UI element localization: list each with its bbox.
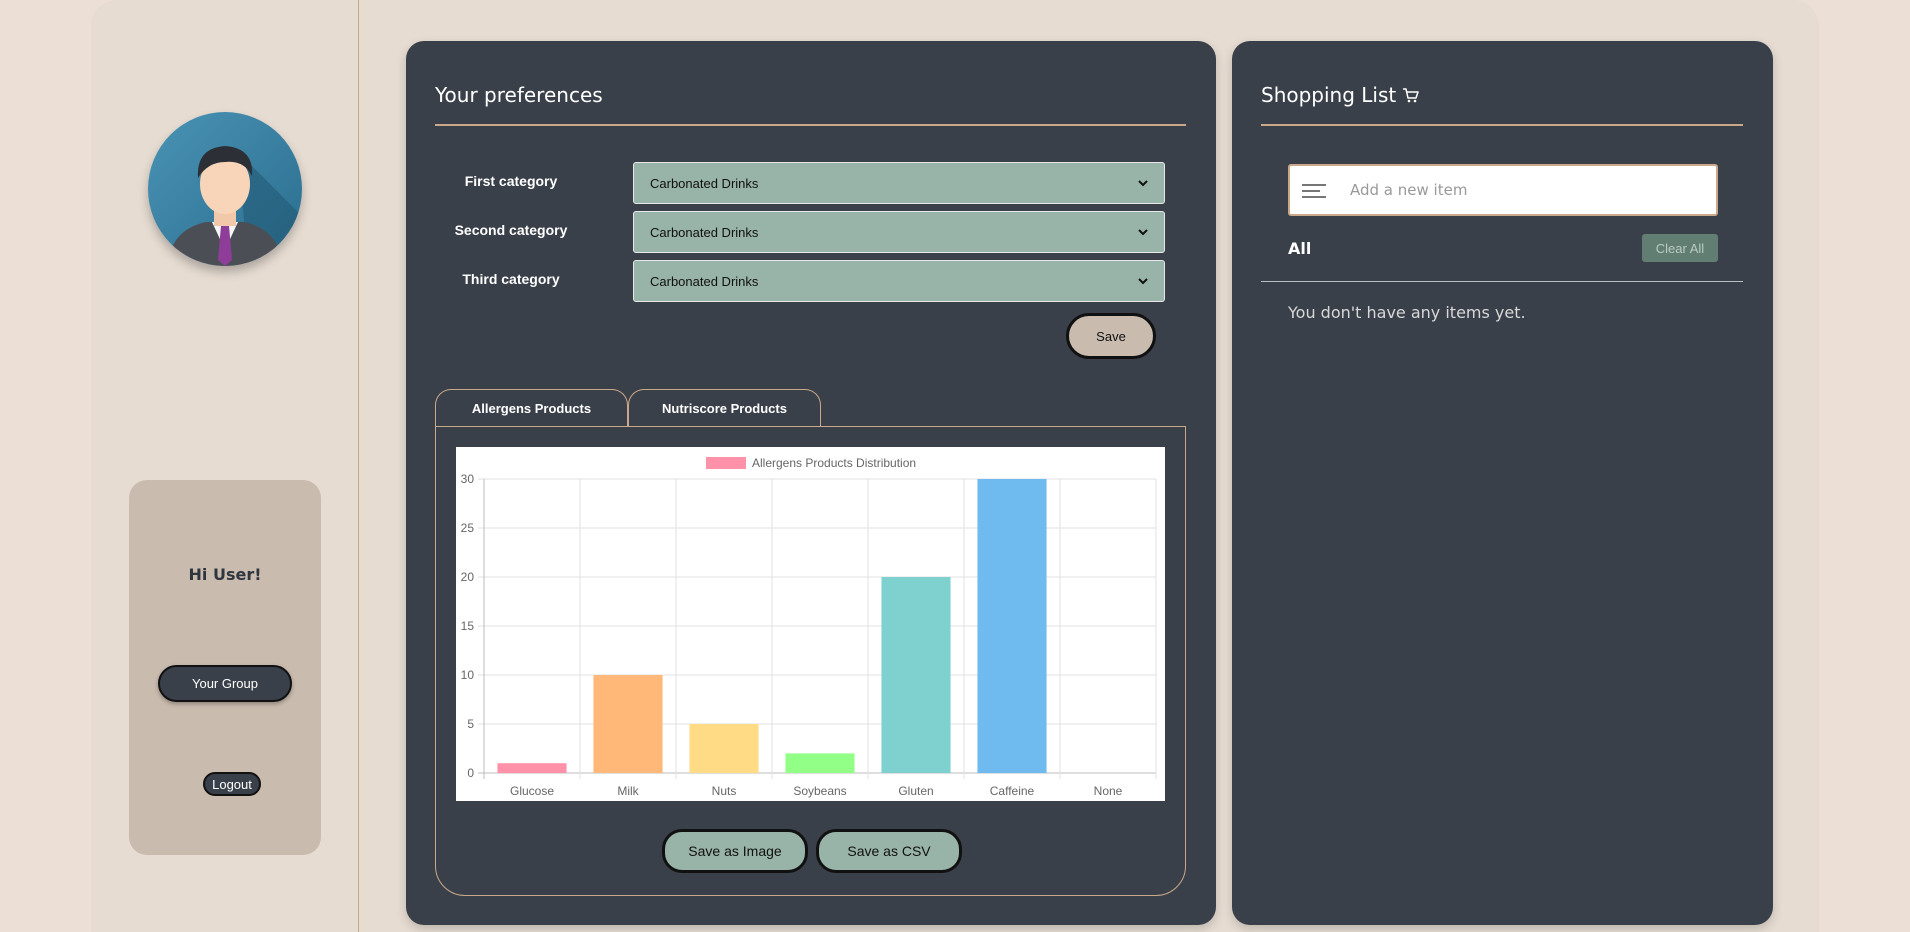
third-category-select[interactable]: Carbonated Drinks xyxy=(633,260,1165,302)
save-preferences-button[interactable]: Save xyxy=(1066,313,1156,359)
y-tick-label: 20 xyxy=(461,570,475,584)
preferences-title: Your preferences xyxy=(435,83,603,107)
x-tick-label: Glucose xyxy=(510,784,554,798)
tab-nutriscore-products[interactable]: Nutriscore Products xyxy=(628,389,821,426)
legend-swatch xyxy=(706,457,746,469)
save-as-csv-button[interactable]: Save as CSV xyxy=(816,829,962,873)
bar-soybeans[interactable] xyxy=(785,753,855,773)
y-tick-label: 30 xyxy=(461,472,475,486)
tab-allergens-products[interactable]: Allergens Products xyxy=(435,389,628,426)
legend-label: Allergens Products Distribution xyxy=(752,456,916,470)
empty-list-message: You don't have any items yet. xyxy=(1288,303,1526,322)
x-tick-label: None xyxy=(1094,784,1123,798)
shopping-list-panel: Shopping List All Clear All You don't ha… xyxy=(1232,41,1773,925)
shopping-cart-icon xyxy=(1403,88,1419,103)
bar-milk[interactable] xyxy=(593,675,663,773)
x-tick-label: Caffeine xyxy=(990,784,1035,798)
y-tick-label: 15 xyxy=(461,619,475,633)
shopping-list-divider xyxy=(1261,124,1743,126)
first-category-label: First category xyxy=(464,173,558,189)
user-avatar-icon xyxy=(148,112,302,266)
preferences-panel: Your preferences First category Carbonat… xyxy=(406,41,1216,925)
bar-nuts[interactable] xyxy=(689,724,759,773)
new-item-input[interactable] xyxy=(1350,181,1710,199)
y-tick-label: 0 xyxy=(467,766,474,780)
bar-gluten[interactable] xyxy=(881,577,951,773)
x-tick-label: Gluten xyxy=(898,784,933,798)
y-tick-label: 10 xyxy=(461,668,475,682)
clear-all-button[interactable]: Clear All xyxy=(1642,234,1718,262)
your-group-button[interactable]: Your Group xyxy=(158,665,292,702)
chevron-down-icon xyxy=(1138,277,1148,284)
save-as-image-button[interactable]: Save as Image xyxy=(662,829,808,873)
chevron-down-icon xyxy=(1138,179,1148,186)
allergens-bar-chart: 0 5 10 15 20 25 30 Glucose Milk Nuts Soybeans Glute… xyxy=(461,456,1157,798)
first-category-select[interactable]: Carbonated Drinks xyxy=(633,162,1165,204)
second-category-value: Carbonated Drinks xyxy=(650,224,759,240)
new-item-field[interactable] xyxy=(1288,164,1718,216)
third-category-value: Carbonated Drinks xyxy=(650,273,759,289)
shopping-list-title-text: Shopping List xyxy=(1261,83,1397,107)
user-card: Hi User! Your Group Logout xyxy=(129,480,321,855)
filter-all-label[interactable]: All xyxy=(1288,239,1311,258)
first-category-value: Carbonated Drinks xyxy=(650,175,759,191)
y-tick-label: 25 xyxy=(461,521,475,535)
shopping-list-separator xyxy=(1261,281,1743,282)
bar-caffeine[interactable] xyxy=(977,479,1047,773)
shopping-list-title: Shopping List xyxy=(1261,83,1420,107)
third-category-label: Third category xyxy=(462,271,560,287)
x-tick-label: Soybeans xyxy=(793,784,846,798)
tab-content: 0 5 10 15 20 25 30 Glucose Milk Nuts Soybeans Glute… xyxy=(435,426,1186,896)
second-category-select[interactable]: Carbonated Drinks xyxy=(633,211,1165,253)
user-greeting: Hi User! xyxy=(188,565,262,584)
logout-button[interactable]: Logout xyxy=(203,772,261,796)
menu-lines-icon xyxy=(1302,184,1326,198)
second-category-label: Second category xyxy=(454,222,568,238)
x-tick-label: Milk xyxy=(617,784,639,798)
chevron-down-icon xyxy=(1138,228,1148,235)
y-tick-label: 5 xyxy=(467,717,474,731)
preferences-divider xyxy=(435,124,1186,126)
bar-glucose[interactable] xyxy=(497,763,567,773)
x-tick-label: Nuts xyxy=(712,784,737,798)
allergens-chart: 0 5 10 15 20 25 30 Glucose Milk Nuts Soybeans Glute… xyxy=(456,447,1165,801)
